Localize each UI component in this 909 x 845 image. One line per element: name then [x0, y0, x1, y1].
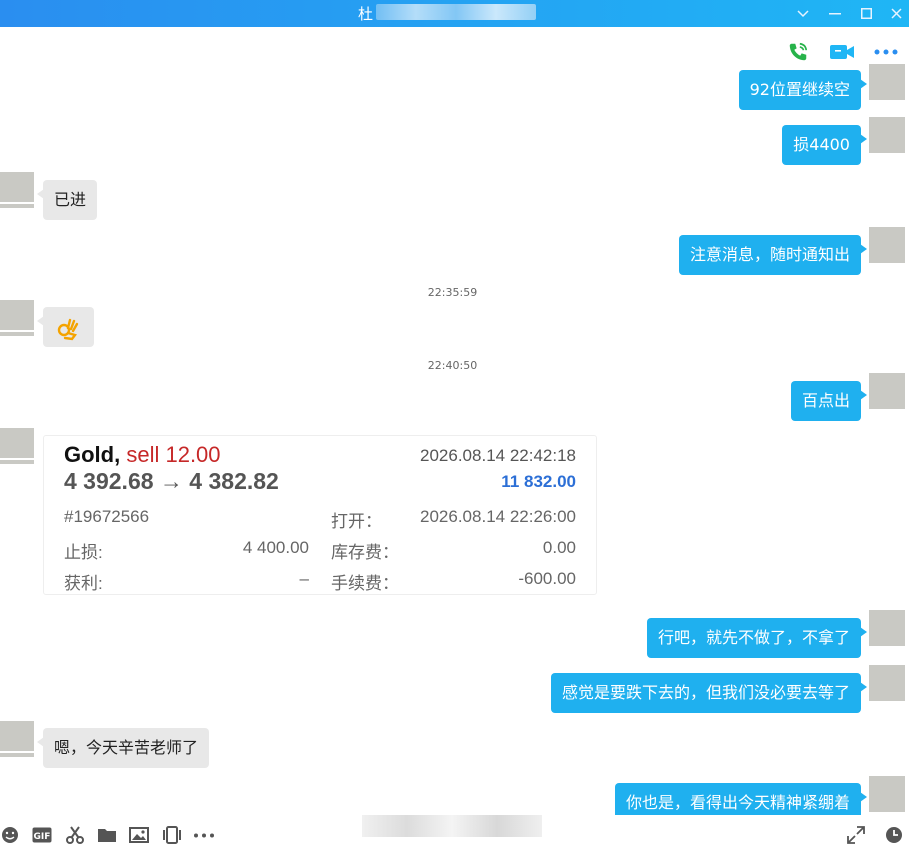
message-outgoing: 百点出	[790, 381, 868, 421]
trade-side: sell 12.00	[126, 442, 221, 467]
more-tools-icon[interactable]	[193, 826, 215, 844]
swap-value: 0.00	[542, 538, 576, 557]
fee-value: -600.00	[518, 569, 576, 588]
swap-label: 库存费：	[331, 543, 399, 562]
phone-call-icon[interactable]	[785, 40, 811, 64]
trade-price-move: 4 392.68 → 4 382.82	[64, 468, 279, 494]
fee-label: 手续费：	[331, 574, 399, 593]
avatar[interactable]	[869, 117, 905, 153]
take-profit-label: 获利:	[64, 574, 103, 593]
avatar[interactable]	[0, 428, 34, 464]
avatar[interactable]	[0, 300, 34, 336]
message-outgoing: 注意消息，随时通知出	[678, 235, 868, 275]
chevron-down-icon[interactable]	[790, 0, 816, 27]
message-outgoing: 损4400	[782, 125, 867, 165]
avatar[interactable]	[869, 227, 905, 263]
message-outgoing: 行吧，就先不做了，不拿了	[646, 618, 868, 658]
avatar[interactable]	[869, 776, 905, 812]
take-profit-value: –	[299, 569, 309, 588]
stop-loss-value: 4 400.00	[242, 538, 309, 557]
message-incoming: 已进	[36, 180, 98, 220]
message-outgoing: 感觉是要跌下去的，但我们没必要去等了	[550, 673, 868, 713]
expand-icon[interactable]	[846, 826, 866, 844]
avatar[interactable]	[869, 373, 905, 409]
order-id: #19672566	[64, 507, 150, 526]
trade-profit: 11 832.00	[501, 472, 576, 491]
ok-hand-emoji-icon	[56, 316, 80, 356]
shake-screen-icon[interactable]	[161, 826, 183, 844]
avatar[interactable]	[869, 610, 905, 646]
avatar[interactable]	[869, 64, 905, 100]
scissors-icon[interactable]	[65, 826, 85, 844]
trade-symbol: Gold,	[64, 442, 121, 467]
clock-icon[interactable]	[884, 826, 904, 844]
avatar[interactable]	[869, 665, 905, 701]
gif-icon[interactable]: GIF	[32, 826, 52, 844]
message-incoming-emoji	[37, 307, 94, 347]
video-call-icon[interactable]	[829, 40, 855, 64]
folder-icon[interactable]	[97, 826, 117, 844]
window-title: 杜	[358, 5, 374, 23]
trade-symbol-line: Gold, sell 12.00	[64, 442, 221, 468]
more-options-icon[interactable]	[873, 40, 899, 64]
avatar[interactable]	[0, 172, 34, 208]
redacted-region	[362, 815, 542, 837]
open-time: 2026.08.14 22:26:00	[420, 507, 576, 526]
minimize-icon[interactable]	[822, 0, 848, 27]
close-icon[interactable]	[883, 0, 909, 27]
trade-close-time: 2026.08.14 22:42:18	[420, 446, 576, 465]
stop-loss-label: 止损:	[64, 543, 103, 562]
svg-text:GIF: GIF	[34, 832, 51, 842]
avatar[interactable]	[0, 721, 34, 757]
image-icon[interactable]	[129, 826, 149, 844]
chat-actions	[785, 40, 899, 64]
timestamp: 22:35:59	[427, 286, 478, 299]
emoji-icon[interactable]	[1, 826, 19, 844]
maximize-icon[interactable]	[853, 0, 879, 27]
message-incoming: 嗯，今天辛苦老师了	[36, 728, 210, 768]
timestamp: 22:40:50	[427, 359, 478, 372]
redacted-title	[376, 4, 536, 20]
message-outgoing: 92位置继续空	[738, 70, 868, 110]
open-label: 打开：	[331, 512, 382, 531]
trade-card[interactable]: Gold, sell 12.00 4 392.68 → 4 382.82 202…	[43, 435, 597, 595]
